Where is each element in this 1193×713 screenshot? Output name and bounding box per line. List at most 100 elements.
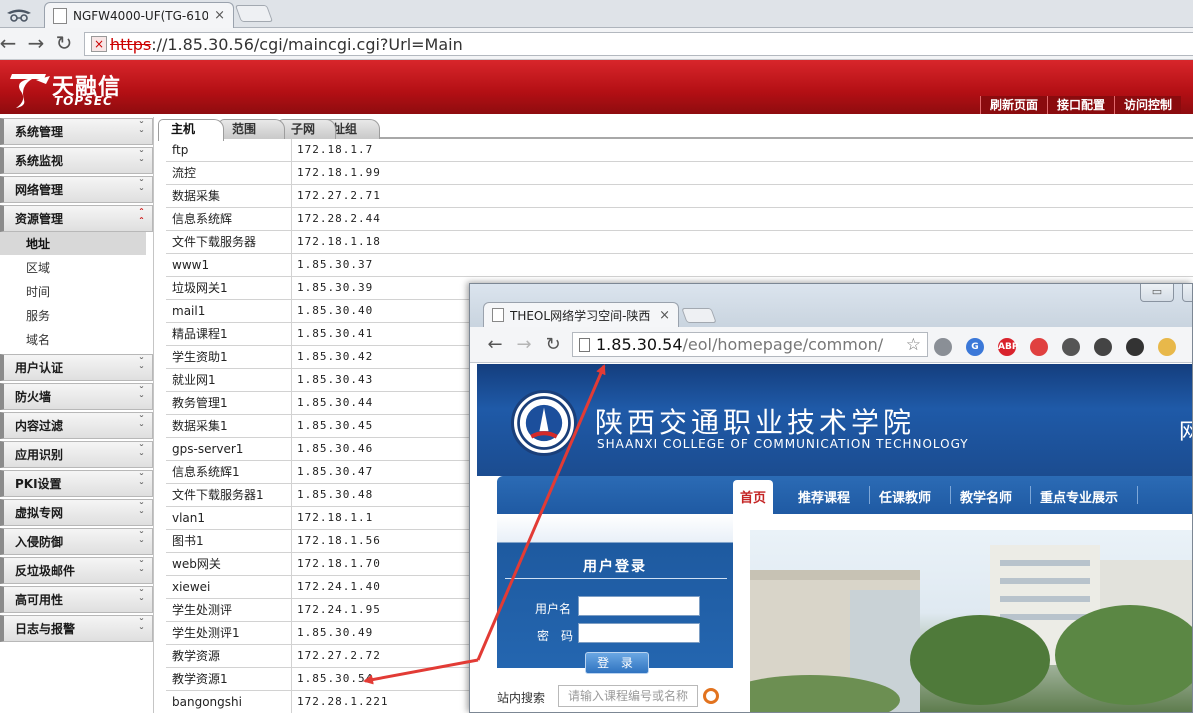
host-name-cell: 教学资源1 xyxy=(166,668,292,690)
menu-firewall[interactable]: 防火墙 ˇ ˇ xyxy=(0,383,153,410)
ip-address-cell: 1.85.30.46 xyxy=(297,442,374,455)
new-tab-button[interactable] xyxy=(681,308,717,323)
maximize-button[interactable]: ▭ xyxy=(1182,284,1192,302)
password-input[interactable] xyxy=(578,623,700,643)
nav-teachers[interactable]: 任课教师 xyxy=(879,487,931,506)
inner-tab-title: THEOL网络学习空间-陕西 xyxy=(510,308,651,323)
menu-logs-alerts[interactable]: 日志与报警 ˇ ˇ xyxy=(0,615,153,642)
menu-label: 资源管理 xyxy=(15,212,64,226)
access-control-link[interactable]: 访问控制 xyxy=(1114,96,1181,114)
ip-address-cell: 1.85.30.41 xyxy=(297,327,374,340)
spy-icon[interactable] xyxy=(1094,338,1112,356)
adblock-icon[interactable]: ABP xyxy=(998,338,1018,356)
menu-anti-spam[interactable]: 反垃圾邮件 ˇ ˇ xyxy=(0,557,153,584)
menu-high-availability[interactable]: 高可用性 ˇ ˇ xyxy=(0,586,153,613)
back-button[interactable]: ← xyxy=(484,333,506,355)
glasses-icon[interactable] xyxy=(1062,338,1080,356)
username-input[interactable] xyxy=(578,596,700,616)
login-button[interactable]: 登 录 xyxy=(585,652,649,674)
menu-vpn[interactable]: 虚拟专网 ˇ ˇ xyxy=(0,499,153,526)
submenu-address[interactable]: 地址 xyxy=(0,232,146,255)
username-label: 用户名 xyxy=(535,602,572,616)
interface-config-link[interactable]: 接口配置 xyxy=(1047,96,1114,114)
page-icon xyxy=(492,308,504,322)
ip-address-cell: 1.85.30.43 xyxy=(297,373,374,386)
submenu-time[interactable]: 时间 xyxy=(0,280,150,303)
refresh-page-link[interactable]: 刷新页面 xyxy=(980,96,1047,114)
table-row[interactable]: 文件下载服务器 172.18.1.18 xyxy=(166,231,1193,254)
ip-address-cell: 172.27.2.72 xyxy=(297,649,381,662)
tab-subnet[interactable]: 子网 xyxy=(278,119,336,139)
back-button[interactable]: ← xyxy=(0,31,20,55)
browser-tab-firewall[interactable]: NGFW4000-UF(TG-6104 × xyxy=(44,2,234,28)
nav-home[interactable]: 首页 xyxy=(733,480,773,514)
nav-recommended-courses[interactable]: 推荐课程 xyxy=(798,487,850,506)
badge-icon[interactable] xyxy=(1158,338,1176,356)
menu-intrusion-prevention[interactable]: 入侵防御 ˇ ˇ xyxy=(0,528,153,555)
forward-button[interactable]: → xyxy=(513,333,535,355)
close-tab-icon[interactable]: × xyxy=(659,308,670,323)
menu-network-management[interactable]: 网络管理 ˇ ˇ xyxy=(0,176,153,203)
site-nav: 首页 推荐课程 任课教师 教学名师 重点专业展示 xyxy=(497,476,1192,514)
table-row[interactable]: ftp 172.18.1.7 xyxy=(166,139,1193,162)
nav-key-majors[interactable]: 重点专业展示 xyxy=(1040,487,1118,506)
host-name-cell: 垃圾网关1 xyxy=(166,277,292,299)
tab-range[interactable]: 范围 xyxy=(219,119,285,139)
ip-address-cell: 1.85.30.47 xyxy=(297,465,374,478)
site-search-input[interactable]: 请输入课程编号或名称 xyxy=(558,685,698,707)
host-name-cell: 学生资助1 xyxy=(166,346,292,368)
host-name-cell: 数据采集 xyxy=(166,185,292,207)
inner-browser-tab[interactable]: THEOL网络学习空间-陕西 × xyxy=(483,302,679,327)
chevron-down-icon: ˇˇ xyxy=(139,415,144,435)
nav-famous-teachers[interactable]: 教学名师 xyxy=(960,487,1012,506)
host-name-cell: 文件下载服务器1 xyxy=(166,484,292,506)
table-row[interactable]: www1 1.85.30.37 xyxy=(166,254,1193,277)
rings-icon[interactable] xyxy=(1030,338,1048,356)
menu-user-auth[interactable]: 用户认证 ˇ ˇ xyxy=(0,354,153,381)
ip-address-cell: 172.18.1.18 xyxy=(297,235,381,248)
submenu-service[interactable]: 服务 xyxy=(0,304,150,327)
globe-icon[interactable] xyxy=(934,338,952,356)
ip-address-cell: 1.85.30.39 xyxy=(297,281,374,294)
new-tab-button[interactable] xyxy=(234,5,274,22)
undo-icon[interactable] xyxy=(1126,338,1144,356)
menu-pki-settings[interactable]: PKI设置 ˇ ˇ xyxy=(0,470,153,497)
address-bar[interactable]: × https ://1.85.30.56/cgi/maincgi.cgi?Ur… xyxy=(84,32,1193,56)
host-name-cell: ftp xyxy=(166,139,292,161)
tab-host[interactable]: 主机 xyxy=(158,119,224,141)
menu-content-filter[interactable]: 内容过滤 ˇ ˇ xyxy=(0,412,153,439)
forward-button[interactable]: → xyxy=(24,31,48,55)
minimize-button[interactable]: ▭ xyxy=(1140,284,1174,302)
inner-address-bar[interactable]: 1.85.30.54/eol/homepage/common/ ☆ xyxy=(572,332,928,357)
search-icon[interactable] xyxy=(703,688,719,704)
host-name-cell: 信息系统辉1 xyxy=(166,461,292,483)
host-name-cell: 教学资源 xyxy=(166,645,292,667)
close-tab-icon[interactable]: × xyxy=(214,8,225,23)
bookmark-star-icon[interactable]: ☆ xyxy=(906,335,921,355)
ip-address-cell: 172.27.2.71 xyxy=(297,189,381,202)
host-name-cell: 学生处测评 xyxy=(166,599,292,621)
ip-address-cell: 172.24.1.95 xyxy=(297,603,381,616)
table-row[interactable]: 数据采集 172.27.2.71 xyxy=(166,185,1193,208)
menu-system-management[interactable]: 系统管理 ˇ ˇ xyxy=(0,118,153,145)
menu-app-identification[interactable]: 应用识别 ˇ ˇ xyxy=(0,441,153,468)
reload-button[interactable]: ↻ xyxy=(52,31,76,55)
submenu-zone[interactable]: 区域 xyxy=(0,256,150,279)
table-row[interactable]: 信息系统辉 172.28.2.44 xyxy=(166,208,1193,231)
submenu-domain[interactable]: 域名 xyxy=(0,328,150,351)
inner-tab-strip: ▭ ▭ THEOL网络学习空间-陕西 × xyxy=(470,284,1192,327)
ip-address-cell: 172.18.1.56 xyxy=(297,534,381,547)
site-search-label: 站内搜索 xyxy=(497,691,546,705)
chevron-down-icon: ˇˇ xyxy=(139,357,144,377)
translate-icon[interactable]: G xyxy=(966,338,984,356)
host-name-cell: 学生处测评1 xyxy=(166,622,292,644)
menu-resource-management[interactable]: 资源管理 ˆ ˆ xyxy=(0,205,153,232)
host-name-cell: 精品课程1 xyxy=(166,323,292,345)
host-name-cell: web网关 xyxy=(166,553,292,575)
reload-button[interactable]: ↻ xyxy=(542,333,564,355)
ip-address-cell: 172.28.2.44 xyxy=(297,212,381,225)
table-row[interactable]: 流控 172.18.1.99 xyxy=(166,162,1193,185)
menu-system-monitor[interactable]: 系统监视 ˇ ˇ xyxy=(0,147,153,174)
inner-browser-window: ▭ ▭ THEOL网络学习空间-陕西 × ← → ↻ 1.85.30.54/eo… xyxy=(469,283,1193,713)
page-icon xyxy=(579,337,590,352)
